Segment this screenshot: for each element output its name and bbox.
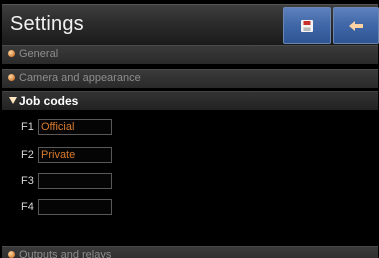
- section-general-label: General: [19, 48, 59, 60]
- job-code-key: F4: [21, 201, 34, 213]
- header-bar: Settings: [2, 4, 379, 45]
- section-camera-and-appearance[interactable]: Camera and appearance: [2, 69, 378, 88]
- arrow-left-icon: [349, 20, 363, 31]
- job-code-key: F3: [21, 175, 34, 187]
- save-button[interactable]: [283, 7, 331, 44]
- job-code-key: F1: [21, 121, 34, 133]
- section-outputs-and-relays[interactable]: Outputs and relays: [2, 246, 378, 258]
- settings-screen: Settings General Camera and appearance J…: [0, 0, 379, 258]
- section-job-codes-label: Job codes: [19, 94, 79, 108]
- back-button[interactable]: [333, 7, 379, 44]
- job-code-row: F1 Official: [0, 119, 379, 137]
- page-title: Settings: [10, 13, 84, 35]
- job-code-f3-input[interactable]: [38, 173, 112, 189]
- section-outputs-label: Outputs and relays: [19, 249, 112, 258]
- bullet-icon: [8, 251, 15, 258]
- section-camera-label: Camera and appearance: [19, 72, 141, 84]
- section-general[interactable]: General: [2, 45, 378, 64]
- job-code-f2-input[interactable]: Private: [38, 147, 112, 163]
- section-job-codes[interactable]: Job codes: [2, 91, 378, 110]
- bullet-icon: [8, 50, 15, 57]
- job-code-key: F2: [21, 149, 34, 161]
- bullet-icon: [8, 74, 15, 81]
- job-code-row: F3: [0, 173, 379, 191]
- job-code-f4-input[interactable]: [38, 199, 112, 215]
- job-code-row: F4: [0, 199, 379, 217]
- job-code-f1-input[interactable]: Official: [38, 119, 112, 135]
- expanded-arrow-icon: [9, 97, 17, 104]
- floppy-disk-icon: [301, 19, 313, 32]
- job-code-row: F2 Private: [0, 147, 379, 165]
